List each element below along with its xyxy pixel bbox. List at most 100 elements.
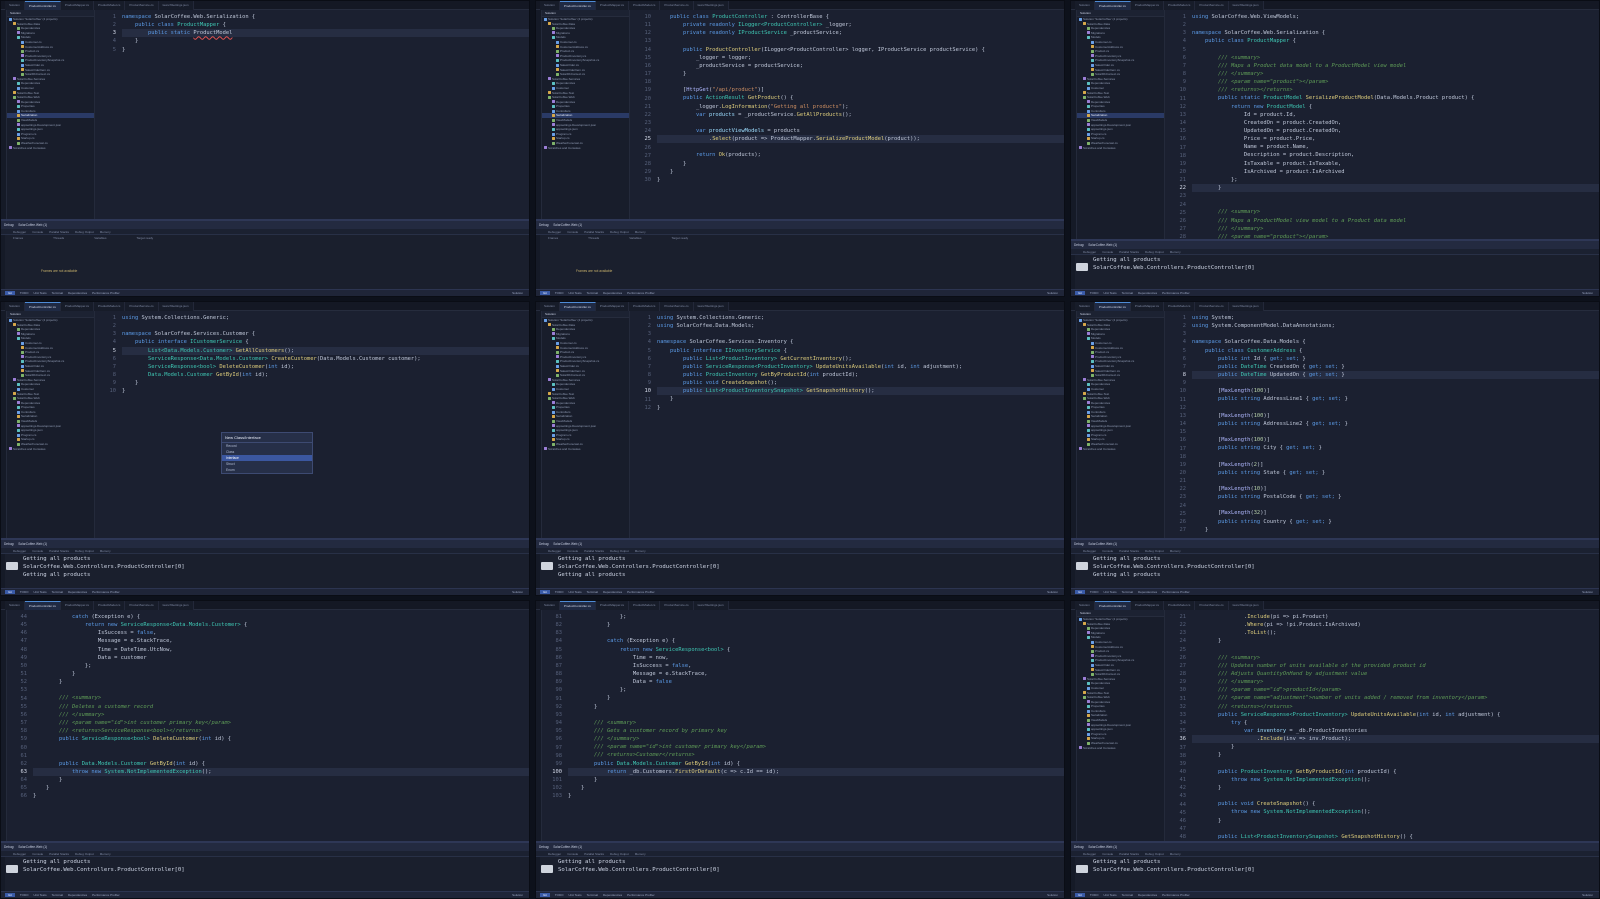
debug-tab-4[interactable]: Debug Output [75,229,94,234]
tree-item[interactable]: Scratches and Consoles [7,447,94,452]
debug-tab-1[interactable]: Debugger [13,229,26,234]
tree-item[interactable]: Scratches and Consoles [1077,447,1164,452]
debug-tab-3[interactable]: Parallel Stacks [49,851,69,856]
code-editor[interactable]: 10 11 12 13 14 15 16 17 18 19 20 21 22 23 24 25 26 27 28 29… [631,10,1064,221]
tab-2[interactable]: ProductController.cs [559,302,596,311]
debug-tab-1[interactable]: Debugger [1083,548,1096,553]
tab-1[interactable]: Solution [540,1,560,10]
status-item-4[interactable]: Terminal [52,893,63,897]
status-item-5[interactable]: Dependencies [603,893,622,897]
tab-1[interactable]: Solution [5,601,25,610]
status-item-3[interactable]: Unit Tests [568,590,581,594]
debug-tab-4[interactable]: Debug Output [1145,548,1164,553]
tab-2[interactable]: ProductController.cs [1094,601,1131,610]
status-item-4[interactable]: Terminal [587,893,598,897]
debug-config[interactable]: SolarCoffee.Web (1) [553,542,582,546]
tab-4[interactable]: ProductModel.cs [629,302,661,311]
debug-tab-2[interactable]: Console [567,851,578,856]
debug-tab-4[interactable]: Debug Output [75,548,94,553]
tab-3[interactable]: ProductMapper.cs [60,601,95,610]
status-item-1[interactable]: Git [540,590,550,594]
debug-tab-1[interactable]: Debugger [548,851,561,856]
tab-3[interactable]: ProductMapper.cs [595,601,630,610]
debug-tab-1[interactable]: Debugger [13,548,26,553]
status-item-3[interactable]: Unit Tests [33,893,46,897]
status-item-1[interactable]: Git [540,893,550,897]
tab-3[interactable]: ProductMapper.cs [1130,302,1165,311]
debug-tab-2[interactable]: Console [567,229,578,234]
tab-5[interactable]: ProductService.cs [1195,601,1229,610]
status-item-2[interactable]: TODO [1090,291,1099,295]
status-item-3[interactable]: Unit Tests [1103,590,1116,594]
status-item-6[interactable]: Performance Profiler [92,291,120,295]
code-text[interactable]: using System.Collections.Generic; namesp… [122,314,529,395]
tab-4[interactable]: ProductModel.cs [1164,1,1196,10]
tab-2[interactable]: ProductController.cs [24,601,61,610]
status-item-5[interactable]: Dependencies [1138,590,1157,594]
debug-tab-2[interactable]: Console [567,548,578,553]
tab-5[interactable]: ProductService.cs [660,601,694,610]
code-text[interactable]: namespace SolarCoffee.Web.Serialization … [122,13,529,54]
debug-tab-3[interactable]: Parallel Stacks [1119,548,1139,553]
status-item-5[interactable]: Dependencies [1138,893,1157,897]
status-item-2[interactable]: TODO [20,893,29,897]
tab-6[interactable]: launchSettings.json [1228,302,1264,311]
status-item-1[interactable]: Git [5,590,15,594]
debug-tab-1[interactable]: Debugger [1083,851,1096,856]
status-item-6[interactable]: Performance Profiler [627,590,655,594]
tab-4[interactable]: ProductModel.cs [94,601,126,610]
debug-tab-4[interactable]: Debug Output [1145,249,1164,254]
debug-tab-2[interactable]: Console [1102,548,1113,553]
debug-tab-2[interactable]: Console [1102,249,1113,254]
status-item-3[interactable]: Unit Tests [568,291,581,295]
status-item-2[interactable]: TODO [20,590,29,594]
tab-3[interactable]: ProductMapper.cs [60,302,95,311]
code-text[interactable]: public class ProductController : Control… [657,13,1064,184]
debug-tab-4[interactable]: Debug Output [75,851,94,856]
status-item-1[interactable]: Git [5,893,15,897]
tab-2[interactable]: ProductController.cs [559,1,596,10]
code-editor[interactable]: 44 45 46 47 48 49 50 51 52 53 54 55 56 57 58 59 60 61 62 63… [7,610,529,843]
status-item-1[interactable]: Git [5,291,15,295]
status-item-4[interactable]: Terminal [1122,590,1133,594]
debug-config[interactable]: SolarCoffee.Web (1) [18,223,47,227]
status-item-5[interactable]: Dependencies [603,291,622,295]
debug-tab-4[interactable]: Debug Output [1145,851,1164,856]
status-item-6[interactable]: Performance Profiler [92,893,120,897]
debug-config[interactable]: SolarCoffee.Web (1) [1088,845,1117,849]
status-item-3[interactable]: Unit Tests [1103,291,1116,295]
tab-4[interactable]: ProductModel.cs [94,302,126,311]
debug-tab-5[interactable]: Memory [635,229,646,234]
status-item-3[interactable]: Unit Tests [568,893,581,897]
debug-tab-3[interactable]: Parallel Stacks [1119,249,1139,254]
tab-2[interactable]: ProductController.cs [559,601,596,610]
tree-item[interactable]: Scratches and Consoles [1077,146,1164,151]
status-item-6[interactable]: Performance Profiler [1162,291,1190,295]
status-item-5[interactable]: Dependencies [68,590,87,594]
code-editor[interactable]: 81 82 83 84 85 86 87 88 89 90 91 92 93 94 95 96 97 98 99 10… [542,610,1064,843]
tab-3[interactable]: ProductMapper.cs [1130,1,1165,10]
debug-tab-2[interactable]: Console [32,229,43,234]
status-item-1[interactable]: Git [1075,893,1085,897]
tab-5[interactable]: ProductService.cs [125,302,159,311]
tab-5[interactable]: ProductService.cs [1195,302,1229,311]
debug-tab-5[interactable]: Memory [1170,548,1181,553]
status-item-2[interactable]: TODO [555,590,564,594]
tab-6[interactable]: launchSettings.json [158,1,194,10]
tab-1[interactable]: Solution [1075,601,1095,610]
tree-item[interactable]: Scratches and Consoles [7,146,94,151]
tab-4[interactable]: ProductModel.cs [629,1,661,10]
code-editor[interactable]: 1 2 3 4 5 6 7 8 9 10 11 12 13 14 15 16 17 18 19 20 21 22 23 24 2… [1166,311,1599,540]
code-text[interactable]: .Include(pi => pi.Product) .Where(pi => … [1192,613,1599,841]
debug-tab-3[interactable]: Parallel Stacks [1119,851,1139,856]
debug-tab-2[interactable]: Console [32,851,43,856]
status-item-6[interactable]: Performance Profiler [92,590,120,594]
code-editor[interactable]: 1 2 3 4 5 6 7 8 9 10 11 12 13 14 15 16 17 18 19 20 21 22 23 24 2… [1166,10,1599,241]
status-item-3[interactable]: Unit Tests [33,590,46,594]
tab-1[interactable]: Solution [1075,1,1095,10]
status-item-3[interactable]: Unit Tests [33,291,46,295]
tab-5[interactable]: ProductService.cs [1195,1,1229,10]
status-item-4[interactable]: Terminal [1122,893,1133,897]
debug-tab-5[interactable]: Memory [100,851,111,856]
debug-config[interactable]: SolarCoffee.Web (1) [18,845,47,849]
